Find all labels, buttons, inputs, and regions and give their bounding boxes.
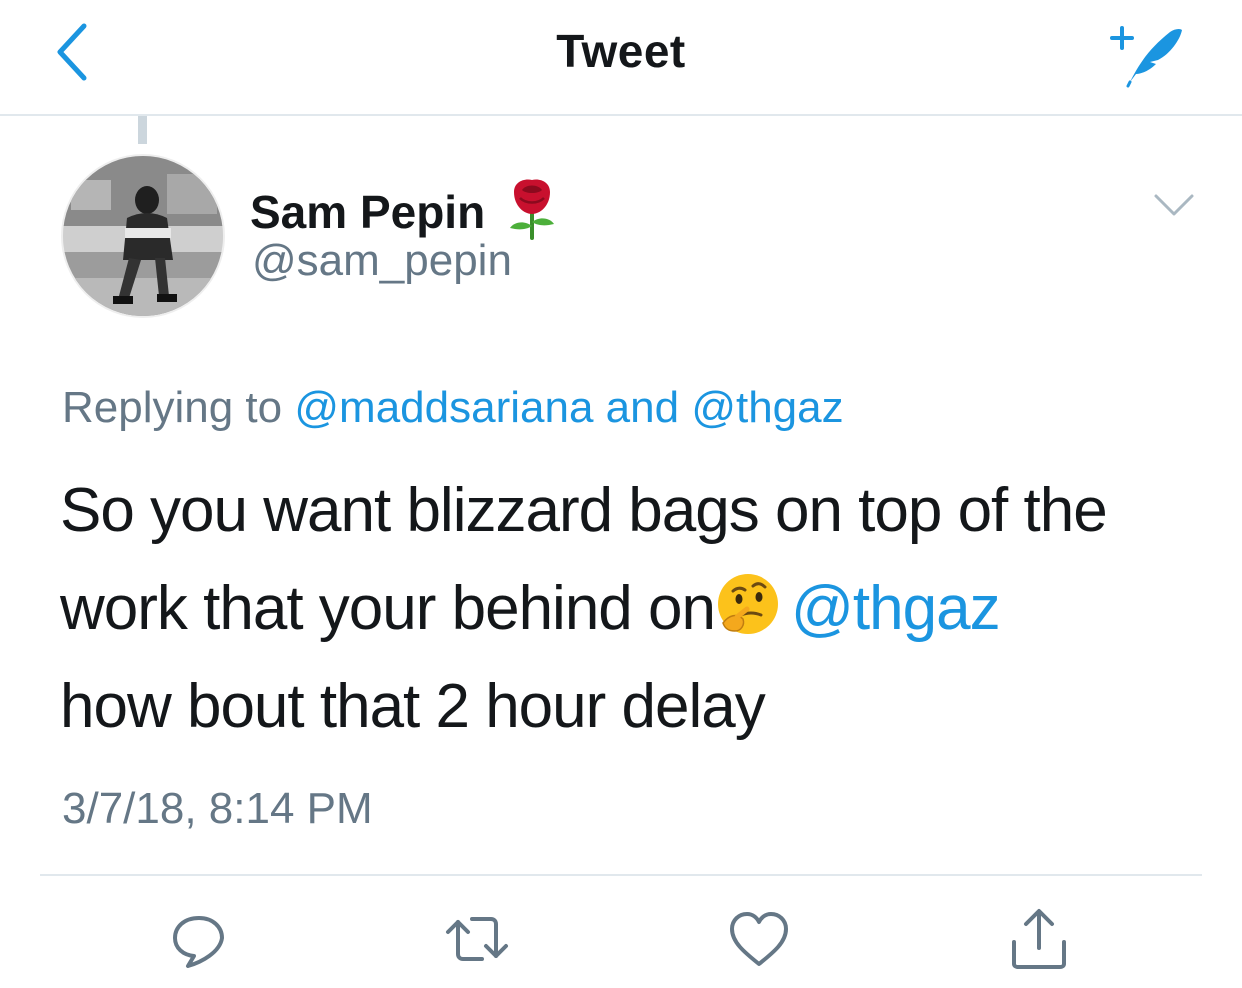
heart-icon bbox=[730, 912, 788, 966]
replying-to-label: Replying to bbox=[62, 383, 283, 432]
retweet-icon bbox=[446, 917, 508, 961]
share-button[interactable] bbox=[1004, 904, 1074, 974]
avatar[interactable] bbox=[61, 154, 225, 318]
reply-button[interactable] bbox=[164, 904, 234, 974]
mention-link-thgaz[interactable]: @thgaz bbox=[691, 383, 843, 432]
author-display-name[interactable]: Sam Pepin bbox=[250, 178, 560, 240]
replying-to-line: Replying to @maddsariana and @thgaz bbox=[62, 383, 844, 433]
thread-connector-line bbox=[138, 116, 147, 144]
thinking-face-emoji-icon bbox=[717, 574, 778, 634]
mention-link-maddsariana[interactable]: @maddsariana bbox=[294, 383, 593, 432]
reply-icon bbox=[173, 916, 224, 968]
navigation-bar: Tweet bbox=[0, 0, 1242, 116]
replying-to-conjunction[interactable]: and bbox=[606, 383, 679, 432]
like-button[interactable] bbox=[724, 904, 794, 974]
display-name-text: Sam Pepin bbox=[250, 186, 486, 238]
avatar-photo bbox=[63, 156, 223, 316]
compose-tweet-icon bbox=[1110, 26, 1182, 88]
share-icon bbox=[1012, 909, 1066, 969]
tweet-options-button[interactable] bbox=[1152, 190, 1196, 220]
tweet-text-line2: work that your behind on bbox=[60, 574, 716, 643]
author-handle[interactable]: @sam_pepin bbox=[252, 236, 512, 286]
retweet-button[interactable] bbox=[442, 904, 512, 974]
rose-emoji-icon bbox=[509, 179, 554, 240]
divider bbox=[40, 874, 1202, 876]
tweet-text-line3: how bout that 2 hour delay bbox=[60, 672, 766, 741]
tweet-body: So you want blizzard bags on top of the … bbox=[60, 462, 1200, 756]
mention-link-thgaz-body[interactable]: @thgaz bbox=[791, 574, 1001, 643]
chevron-down-icon bbox=[1154, 194, 1194, 216]
page-title: Tweet bbox=[556, 25, 686, 77]
tweet-text-line1: So you want blizzard bags on top of the bbox=[60, 476, 1108, 545]
compose-tweet-button[interactable] bbox=[1100, 18, 1190, 90]
tweet-timestamp: 3/7/18, 8:14 PM bbox=[62, 784, 373, 833]
